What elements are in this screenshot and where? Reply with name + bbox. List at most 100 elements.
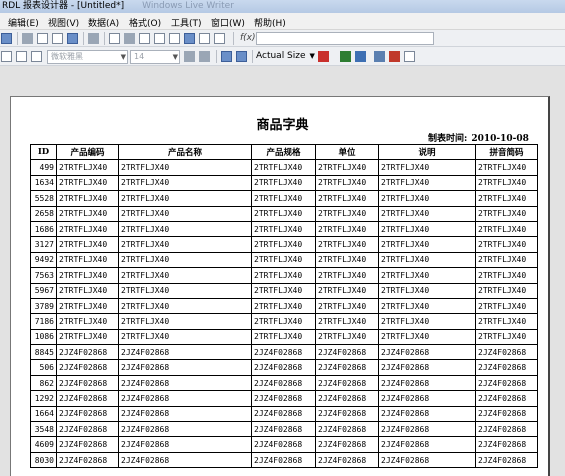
table-row: 1292 2JZ4F02868 2JZ4F02868 2JZ4F02868 2JZ4F0… <box>30 390 538 407</box>
delete-icon[interactable] <box>67 33 78 44</box>
table-cell: 2JZ4F02868 <box>56 359 119 376</box>
table-cell: 2JZ4F02868 <box>475 451 538 469</box>
table-cell: 2JZ4F02868 <box>378 359 476 376</box>
table-cell: 2JZ4F02868 <box>315 390 379 407</box>
menu-help[interactable]: 帮助(H) <box>254 16 286 29</box>
table-icon[interactable] <box>139 33 150 44</box>
undo-icon[interactable] <box>88 33 99 44</box>
table-cell: 2TRTFLJX40 <box>315 313 379 330</box>
align-left-icon[interactable] <box>1 51 12 62</box>
table-row: 1686 2TRTFLJX40 2TRTFLJX40 2TRTFLJX40 2TRTFL… <box>30 220 538 238</box>
textbox-icon[interactable] <box>109 33 120 44</box>
table-cell: 2TRTFLJX40 <box>251 313 316 330</box>
table-cell: 1686 <box>30 220 57 238</box>
table-cell: 2TRTFLJX40 <box>378 328 476 346</box>
table-cell: 2TRTFLJX40 <box>315 190 379 207</box>
expression-field[interactable] <box>256 32 434 45</box>
table-cell: 2JZ4F02868 <box>118 359 252 376</box>
table-cell: 506 <box>30 359 57 376</box>
table-cell: 2JZ4F02868 <box>118 436 252 453</box>
menu-format[interactable]: 格式(O) <box>129 16 161 29</box>
table-cell: 2TRTFLJX40 <box>378 236 476 253</box>
font-color-icon[interactable] <box>184 51 195 62</box>
zoom-select[interactable]: Actual Size ▼ <box>256 51 315 61</box>
align-right-icon[interactable] <box>31 51 42 62</box>
page-setup-icon[interactable] <box>404 51 415 62</box>
ellipse-icon[interactable] <box>124 33 135 44</box>
table-cell: 2JZ4F02868 <box>475 390 538 407</box>
print-preview-icon[interactable] <box>389 51 400 62</box>
font-size-select[interactable]: 14 ▼ <box>130 50 180 64</box>
copy-icon[interactable] <box>37 33 48 44</box>
save-icon[interactable] <box>1 33 12 44</box>
table-header-row: ID 产品编码 产品名称 产品规格 单位 说明 拼音简码 <box>30 143 538 161</box>
table-cell: 2TRTFLJX40 <box>475 190 538 207</box>
menu-view[interactable]: 视图(V) <box>48 16 79 29</box>
table-cell: 2TRTFLJX40 <box>56 159 119 176</box>
menu-data[interactable]: 数据(A) <box>88 16 119 29</box>
table-cell: 2TRTFLJX40 <box>118 220 252 238</box>
table-cell: 2JZ4F02868 <box>378 436 476 453</box>
excel-export-icon[interactable] <box>340 51 351 62</box>
word-export-icon[interactable] <box>355 51 366 62</box>
table-cell: 2TRTFLJX40 <box>378 190 476 207</box>
font-name-select[interactable]: 微软雅黑 ▼ <box>47 50 128 64</box>
table-cell: 1634 <box>30 174 57 192</box>
column-header: 说明 <box>378 143 476 161</box>
pdf-export-icon[interactable] <box>318 51 329 62</box>
table-cell: 2JZ4F02868 <box>378 421 476 438</box>
table-cell: 2JZ4F02868 <box>475 421 538 438</box>
table-cell: 2JZ4F02868 <box>315 359 379 376</box>
window-title: RDL 报表设计器 - [Untitled*] <box>2 1 125 11</box>
matrix-icon[interactable] <box>154 33 165 44</box>
table-cell: 7563 <box>30 267 57 284</box>
toolbar-separator <box>83 32 84 45</box>
subreport-icon[interactable] <box>214 33 225 44</box>
format-toolbar: 微软雅黑 ▼ 14 ▼ Actual Size ▼ <box>0 47 565 66</box>
table-cell: 2JZ4F02868 <box>118 390 252 407</box>
table-cell: 2TRTFLJX40 <box>315 282 379 299</box>
table-cell: 2TRTFLJX40 <box>56 328 119 346</box>
html-export-icon[interactable] <box>374 51 385 62</box>
table-cell: 2TRTFLJX40 <box>251 190 316 207</box>
rectangle-icon[interactable] <box>199 33 210 44</box>
image-icon[interactable] <box>184 33 195 44</box>
list-icon[interactable] <box>169 33 180 44</box>
table-cell: 2TRTFLJX40 <box>315 159 379 176</box>
table-cell: 2JZ4F02868 <box>56 344 119 361</box>
table-cell: 2JZ4F02868 <box>118 421 252 438</box>
cut-icon[interactable] <box>22 33 33 44</box>
table-cell: 2TRTFLJX40 <box>56 313 119 330</box>
column-header: ID <box>30 143 57 161</box>
table-cell: 2TRTFLJX40 <box>475 159 538 176</box>
table-cell: 2TRTFLJX40 <box>378 313 476 330</box>
table-cell: 2JZ4F02868 <box>315 405 379 423</box>
toolbar-separator <box>17 32 18 45</box>
table-cell: 2JZ4F02868 <box>315 344 379 361</box>
table-cell: 2TRTFLJX40 <box>118 282 252 299</box>
menu-window[interactable]: 窗口(W) <box>211 16 245 29</box>
table-row: 2658 2TRTFLJX40 2TRTFLJX40 2TRTFLJX40 2TRTFL… <box>30 205 538 222</box>
chevron-down-icon: ▼ <box>120 53 126 61</box>
table-cell: 2TRTFLJX40 <box>118 267 252 284</box>
table-row: 7563 2TRTFLJX40 2TRTFLJX40 2TRTFLJX40 2TRTFL… <box>30 267 538 284</box>
table-cell: 2JZ4F02868 <box>475 359 538 376</box>
table-row: 5528 2TRTFLJX40 2TRTFLJX40 2TRTFLJX40 2TRTFL… <box>30 190 538 207</box>
fill-color-icon[interactable] <box>199 51 210 62</box>
table-cell: 2TRTFLJX40 <box>378 297 476 315</box>
table-cell: 2TRTFLJX40 <box>56 205 119 222</box>
table-row: 3548 2JZ4F02868 2JZ4F02868 2JZ4F02868 2JZ4F0… <box>30 421 538 438</box>
paste-icon[interactable] <box>52 33 63 44</box>
zoom-out-icon[interactable] <box>236 51 247 62</box>
align-center-icon[interactable] <box>16 51 27 62</box>
table-cell: 2TRTFLJX40 <box>56 282 119 299</box>
toolbar-separator <box>252 50 253 63</box>
table-cell: 2JZ4F02868 <box>56 421 119 438</box>
table-row: 4609 2JZ4F02868 2JZ4F02868 2JZ4F02868 2JZ4F0… <box>30 436 538 453</box>
table-cell: 2TRTFLJX40 <box>475 236 538 253</box>
menu-edit[interactable]: 编辑(E) <box>8 16 39 29</box>
zoom-in-icon[interactable] <box>221 51 232 62</box>
column-header: 产品编码 <box>56 143 119 161</box>
menu-tools[interactable]: 工具(T) <box>171 16 202 29</box>
table-cell: 2TRTFLJX40 <box>475 205 538 222</box>
